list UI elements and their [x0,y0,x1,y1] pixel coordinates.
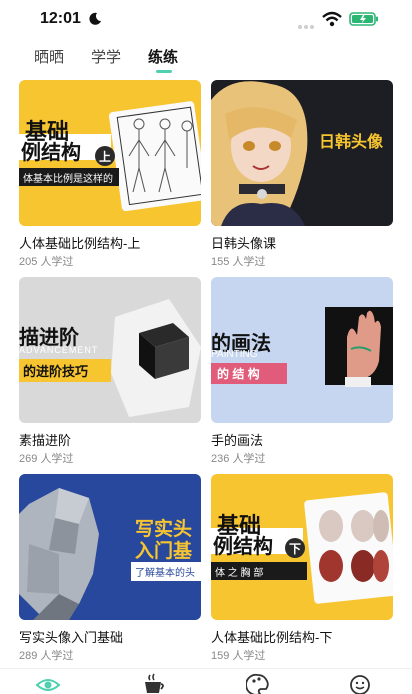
active-tab-indicator [156,70,172,73]
wifi-icon [322,11,342,27]
bottom-nav [0,668,412,694]
cup-icon[interactable] [142,673,166,694]
course-thumbnail: 描进阶 ADVANCEMENT 的进阶技巧 [19,277,201,423]
course-title: 日韩头像课 [211,236,277,251]
status-bar: 12:01 [0,0,412,40]
thumbnail-subheading: ADVANCEMENT [19,345,99,355]
thumbnail-caption: 体 之 胸 部 [215,568,264,579]
course-card[interactable]: 基础 例结构 下 体 之 胸 部 人体基础比例结构-下 159 人学过 [211,474,393,663]
course-thumbnail: 的画法 PAINTING 的 结 构 [211,277,393,423]
course-title: 人体基础比例结构-下 [211,630,333,645]
tab-learn[interactable]: 学学 [91,46,121,67]
thumbnail-subheading: PAINTING [211,349,258,360]
course-thumbnail: 日韩头像 [211,80,393,226]
signal-icon [298,16,316,34]
course-thumbnail: 基础 例结构 上 体基本比例是这样的 [19,80,201,226]
course-thumbnail: 写实头 入门基 了解基本的头 [19,474,201,620]
course-card[interactable]: 基础 例结构 上 体基本比例是这样的 人体基础比例结构-上 205 人学过 [19,80,201,269]
course-card[interactable]: 描进阶 ADVANCEMENT 的进阶技巧 素描进阶 269 人学过 [19,277,201,466]
course-learners: 155 人学过 [211,256,266,268]
smile-icon[interactable] [348,673,372,694]
course-card[interactable]: 的画法 PAINTING 的 结 构 手的画法 236 人学过 [211,277,393,466]
course-title: 素描进阶 [19,433,72,448]
thumbnail-caption: 体基本比例是这样的 [23,174,113,185]
anime-portrait-illustration [211,81,308,226]
battery-icon [349,12,378,26]
thumbnail-subheading: 例结构 [21,142,81,164]
thumbnail-caption: 的 结 构 [211,363,287,384]
moon-icon [89,12,101,25]
course-title: 人体基础比例结构-上 [19,236,141,251]
tab-share[interactable]: 晒晒 [34,46,64,67]
course-title: 手的画法 [211,433,264,448]
course-learners: 205 人学过 [19,256,74,268]
thumbnail-caption: 的进阶技巧 [19,359,111,382]
category-tabs: 晒晒 学学 练练 [0,44,412,76]
thumbnail-heading: 日韩头像 [319,134,384,151]
course-learners: 289 人学过 [19,650,74,662]
course-thumbnail: 基础 例结构 下 体 之 胸 部 [211,474,393,620]
course-title: 写实头像入门基础 [19,630,124,645]
thumbnail-subheading: 入门基 [135,541,193,562]
thumbnail-badge: 下 [289,542,302,556]
course-card[interactable]: 写实头 入门基 了解基本的头 写实头像入门基础 289 人学过 [19,474,201,663]
status-time: 12:01 [40,10,81,27]
palette-icon[interactable] [246,673,270,694]
course-learners: 269 人学过 [19,453,74,465]
course-learners: 159 人学过 [211,650,266,662]
thumbnail-subheading: 例结构 [213,536,273,558]
tab-practice[interactable]: 练练 [148,46,178,67]
course-learners: 236 人学过 [211,453,266,465]
eye-icon[interactable] [36,673,60,694]
thumbnail-caption: 了解基本的头 [131,562,201,581]
thumbnail-badge: 上 [99,150,112,164]
course-card[interactable]: 日韩头像 日韩头像课 155 人学过 [211,80,393,269]
